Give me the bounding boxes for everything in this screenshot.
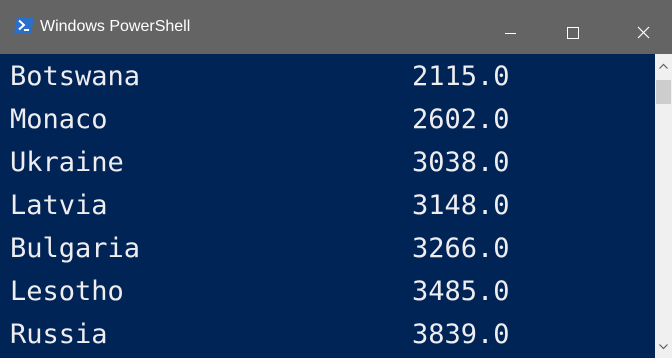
- console-row: Monaco 2602.0: [0, 98, 655, 142]
- maximize-icon: [567, 27, 579, 39]
- powershell-icon: [14, 16, 34, 34]
- country-name: Russia: [10, 319, 108, 350]
- minimize-button[interactable]: [478, 0, 544, 54]
- country-name: Botswana: [10, 61, 141, 92]
- scrollbar-thumb[interactable]: [656, 80, 671, 104]
- window-title: Windows PowerShell: [40, 18, 191, 35]
- console-row: Latvia 3148.0: [0, 184, 655, 228]
- vertical-scrollbar[interactable]: [655, 54, 672, 358]
- country-value: 3266.0: [412, 233, 510, 264]
- country-value: 2602.0: [412, 104, 510, 135]
- title-bar[interactable]: Windows PowerShell: [0, 0, 672, 54]
- country-name: Bulgaria: [10, 233, 141, 264]
- country-name: Monaco: [10, 104, 108, 135]
- maximize-button[interactable]: [540, 0, 606, 54]
- console-row: Russia 3839.0: [0, 313, 655, 357]
- console-row: Bulgaria 3266.0: [0, 227, 655, 271]
- country-value: 3148.0: [412, 190, 510, 221]
- country-name: Latvia: [10, 190, 108, 221]
- chevron-down-icon: [659, 344, 668, 350]
- chevron-up-icon: [659, 63, 668, 69]
- country-name: Lesotho: [10, 276, 124, 307]
- country-value: 3038.0: [412, 147, 510, 178]
- country-name: Ukraine: [10, 147, 124, 178]
- console-row: Ukraine 3038.0: [0, 141, 655, 185]
- close-icon: [637, 26, 650, 39]
- console-row: Botswana 2115.0: [0, 55, 655, 99]
- console-output[interactable]: Botswana 2115.0 Monaco 2602.0 Ukraine 30…: [0, 54, 655, 358]
- scroll-up-button[interactable]: [655, 58, 672, 75]
- close-button[interactable]: [606, 0, 672, 54]
- powershell-window: Windows PowerShell Botswana 2115.0 Monac…: [0, 0, 672, 358]
- country-value: 3485.0: [412, 276, 510, 307]
- console-row: Lesotho 3485.0: [0, 270, 655, 314]
- scroll-down-button[interactable]: [655, 338, 672, 355]
- country-value: 2115.0: [412, 61, 510, 92]
- country-value: 3839.0: [412, 319, 510, 350]
- minimize-icon: [505, 33, 516, 34]
